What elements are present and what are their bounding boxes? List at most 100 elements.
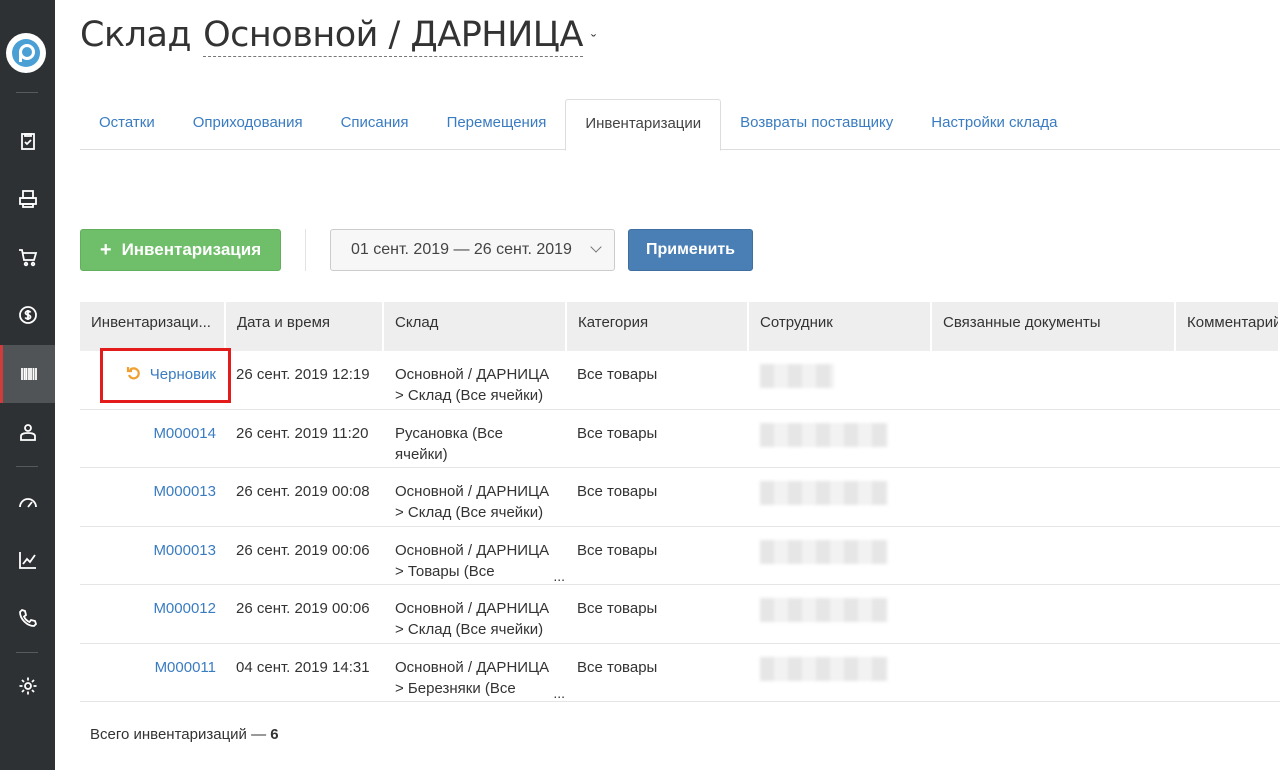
employee-cell [749, 351, 932, 409]
column-header-comment[interactable]: Комментарий [1176, 302, 1280, 351]
inventory-link[interactable]: M000013 [153, 483, 216, 500]
comment-cell [1176, 527, 1280, 585]
sidebar-item-settings[interactable] [0, 657, 55, 715]
category-cell: Все товары [577, 541, 658, 559]
add-inventory-button[interactable]: + Инвентаризация [80, 229, 281, 271]
warehouse-cell: Основной / ДАРНИЦА > Склад (Все ячейки) [384, 468, 567, 526]
inventory-link[interactable]: M000013 [153, 542, 216, 559]
category-cell: Все товары [577, 424, 658, 442]
category-cell: Все товары [577, 658, 658, 676]
comment-cell [1176, 644, 1280, 702]
warehouse-line: Основной / ДАРНИЦА [395, 600, 550, 617]
warehouse-line: Основной / ДАРНИЦА [395, 366, 550, 383]
inventory-id-cell: M000014 [80, 410, 226, 468]
warehouse-cell: Основной / ДАРНИЦА > Березняки (Все ... [384, 644, 567, 702]
column-header-related-docs[interactable]: Связанные документы [932, 302, 1176, 351]
table-row[interactable]: M000011 04 сент. 2019 14:31 Основной / Д… [80, 644, 1280, 702]
sidebar-item-orders[interactable] [0, 170, 55, 228]
total-value: 6 [270, 726, 279, 743]
phone-icon [18, 608, 37, 627]
sidebar-item-dashboard[interactable] [0, 473, 55, 531]
add-inventory-label: Инвентаризация [121, 240, 262, 259]
chevron-down-icon[interactable]: ˇ [591, 33, 596, 51]
warehouse-line: Основной / ДАРНИЦА [395, 541, 550, 559]
dollar-icon [18, 306, 37, 324]
sidebar-divider [16, 466, 38, 467]
sidebar-item-tasks[interactable] [0, 112, 55, 170]
redacted-employee [760, 422, 888, 447]
column-header-datetime[interactable]: Дата и время [226, 302, 384, 351]
toolbar-divider [305, 229, 306, 271]
warehouse-line: ячейки) [395, 445, 448, 463]
tab-warehouse-settings[interactable]: Настройки склада [912, 99, 1076, 150]
inventory-link[interactable]: M000011 [155, 659, 216, 676]
user-icon [19, 424, 36, 441]
employee-cell [749, 585, 932, 643]
warehouse-line: Основной / ДАРНИЦА [395, 483, 550, 500]
gear-icon [19, 677, 36, 695]
tab-inventories[interactable]: Инвентаризации [565, 99, 722, 151]
employee-cell [749, 410, 932, 468]
warehouse-line: Русановка (Все [395, 424, 504, 442]
sidebar-item-warehouse[interactable] [0, 345, 55, 403]
apply-button[interactable]: Применить [628, 229, 753, 271]
redacted-employee [760, 656, 888, 681]
sidebar-item-reports[interactable] [0, 531, 55, 589]
employee-cell [749, 527, 932, 585]
column-header-inventory[interactable]: Инвентаризаци... [80, 302, 226, 351]
warehouse-line: Основной / ДАРНИЦА [395, 658, 550, 676]
sidebar-divider [16, 92, 38, 93]
tab-receipts[interactable]: Оприходования [174, 99, 322, 150]
table-row[interactable]: M000013 26 сент. 2019 00:06 Основной / Д… [80, 527, 1280, 585]
datetime-cell: 26 сент. 2019 00:06 [236, 600, 370, 617]
column-header-warehouse[interactable]: Склад [384, 302, 567, 351]
inventories-table: Инвентаризаци... Дата и время Склад Кате… [80, 302, 1280, 702]
tab-stock[interactable]: Остатки [80, 99, 174, 150]
warehouse-line: > Березняки (Все [395, 679, 516, 697]
barcode-icon [21, 368, 37, 380]
table-row[interactable]: M000012 26 сент. 2019 00:06 Основной / Д… [80, 585, 1280, 644]
column-header-category[interactable]: Категория [567, 302, 749, 351]
warehouse-cell: Основной / ДАРНИЦА > Склад (Все ячейки) [384, 585, 567, 643]
sidebar-item-clients[interactable] [0, 403, 55, 461]
table-row[interactable]: Черновик 26 сент. 2019 12:19 Основной / … [80, 351, 1280, 410]
tab-supplier-returns[interactable]: Возвраты поставщику [721, 99, 912, 150]
sidebar [0, 0, 55, 770]
sidebar-item-finance[interactable] [0, 286, 55, 344]
category-cell: Все товары [577, 600, 658, 617]
inventory-id-cell: M000012 [80, 585, 226, 643]
inventory-id-cell: M000011 [80, 644, 226, 702]
warehouse-line: > Склад (Все ячейки) [395, 387, 544, 404]
date-range-value: 01 сент. 2019 — 26 сент. 2019 [351, 241, 572, 258]
sidebar-item-calls[interactable] [0, 589, 55, 647]
chevron-down-icon [590, 241, 602, 253]
datetime-cell: 26 сент. 2019 00:06 [236, 541, 370, 559]
date-range-select[interactable]: 01 сент. 2019 — 26 сент. 2019 [330, 229, 615, 271]
inventory-link[interactable]: M000014 [153, 425, 216, 442]
column-header-employee[interactable]: Сотрудник [749, 302, 932, 351]
table-row[interactable]: M000013 26 сент. 2019 00:08 Основной / Д… [80, 468, 1280, 527]
warehouse-cell: Русановка (Все ячейки) [384, 410, 567, 468]
inventory-id-cell: M000013 [80, 527, 226, 585]
cart-icon [18, 249, 37, 267]
redacted-employee [760, 481, 888, 505]
redacted-employee [760, 598, 888, 622]
warehouse-selector[interactable]: Основной / ДАРНИЦА [203, 14, 583, 57]
logo-icon[interactable] [6, 33, 46, 73]
table-row[interactable]: M000014 26 сент. 2019 11:20 Русановка (В… [80, 410, 1280, 468]
category-cell: Все товары [577, 366, 658, 383]
datetime-cell: 26 сент. 2019 11:20 [236, 424, 369, 442]
datetime-cell: 04 сент. 2019 14:31 [236, 658, 370, 676]
tab-transfers[interactable]: Перемещения [428, 99, 566, 150]
plus-icon: + [99, 239, 112, 261]
redacted-employee [760, 364, 834, 388]
inventory-link[interactable]: M000012 [153, 600, 216, 617]
related-docs-cell [932, 468, 1176, 526]
comment-cell [1176, 410, 1280, 468]
sidebar-item-shop[interactable] [0, 228, 55, 286]
sidebar-divider [16, 652, 38, 653]
speedometer-icon [18, 498, 37, 508]
clipboard-check-icon [20, 133, 35, 150]
tab-write-offs[interactable]: Списания [322, 99, 428, 150]
related-docs-cell [932, 527, 1176, 585]
